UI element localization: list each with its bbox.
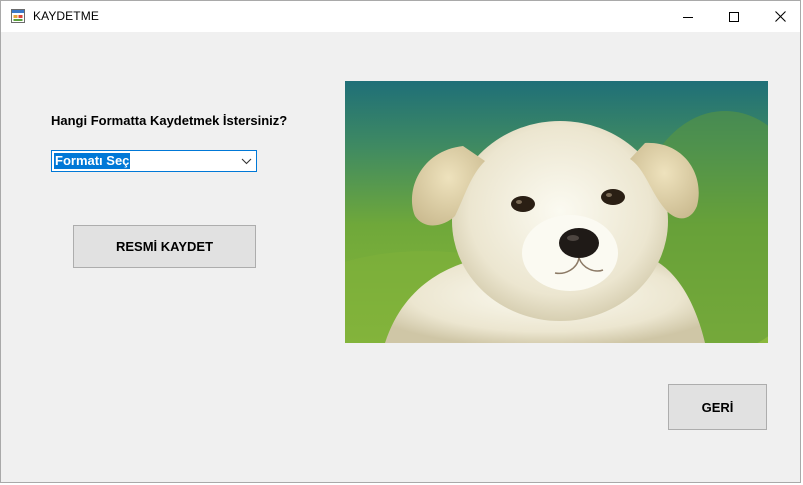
close-icon (774, 11, 786, 22)
title-bar[interactable]: KAYDETME (1, 1, 800, 32)
format-question-label: Hangi Formatta Kaydetmek İstersiniz? (51, 113, 288, 128)
window-title: KAYDETME (33, 9, 99, 23)
back-button[interactable]: GERİ (668, 384, 767, 430)
save-image-button[interactable]: RESMİ KAYDET (73, 225, 256, 268)
format-select[interactable]: Formatı Seç (51, 150, 257, 172)
form-icon (11, 9, 25, 23)
main-window: KAYDETME Hangi Formatta Kaydetmek İsters… (0, 0, 801, 483)
close-button[interactable] (757, 1, 803, 32)
maximize-icon (729, 11, 739, 22)
minimize-button[interactable] (665, 1, 711, 32)
minimize-icon (683, 16, 693, 18)
format-select-value: Formatı Seç (54, 153, 131, 169)
maximize-button[interactable] (711, 1, 757, 32)
puppy-picture (345, 81, 768, 343)
chevron-down-icon[interactable] (241, 156, 252, 166)
puppy-image (345, 81, 768, 343)
